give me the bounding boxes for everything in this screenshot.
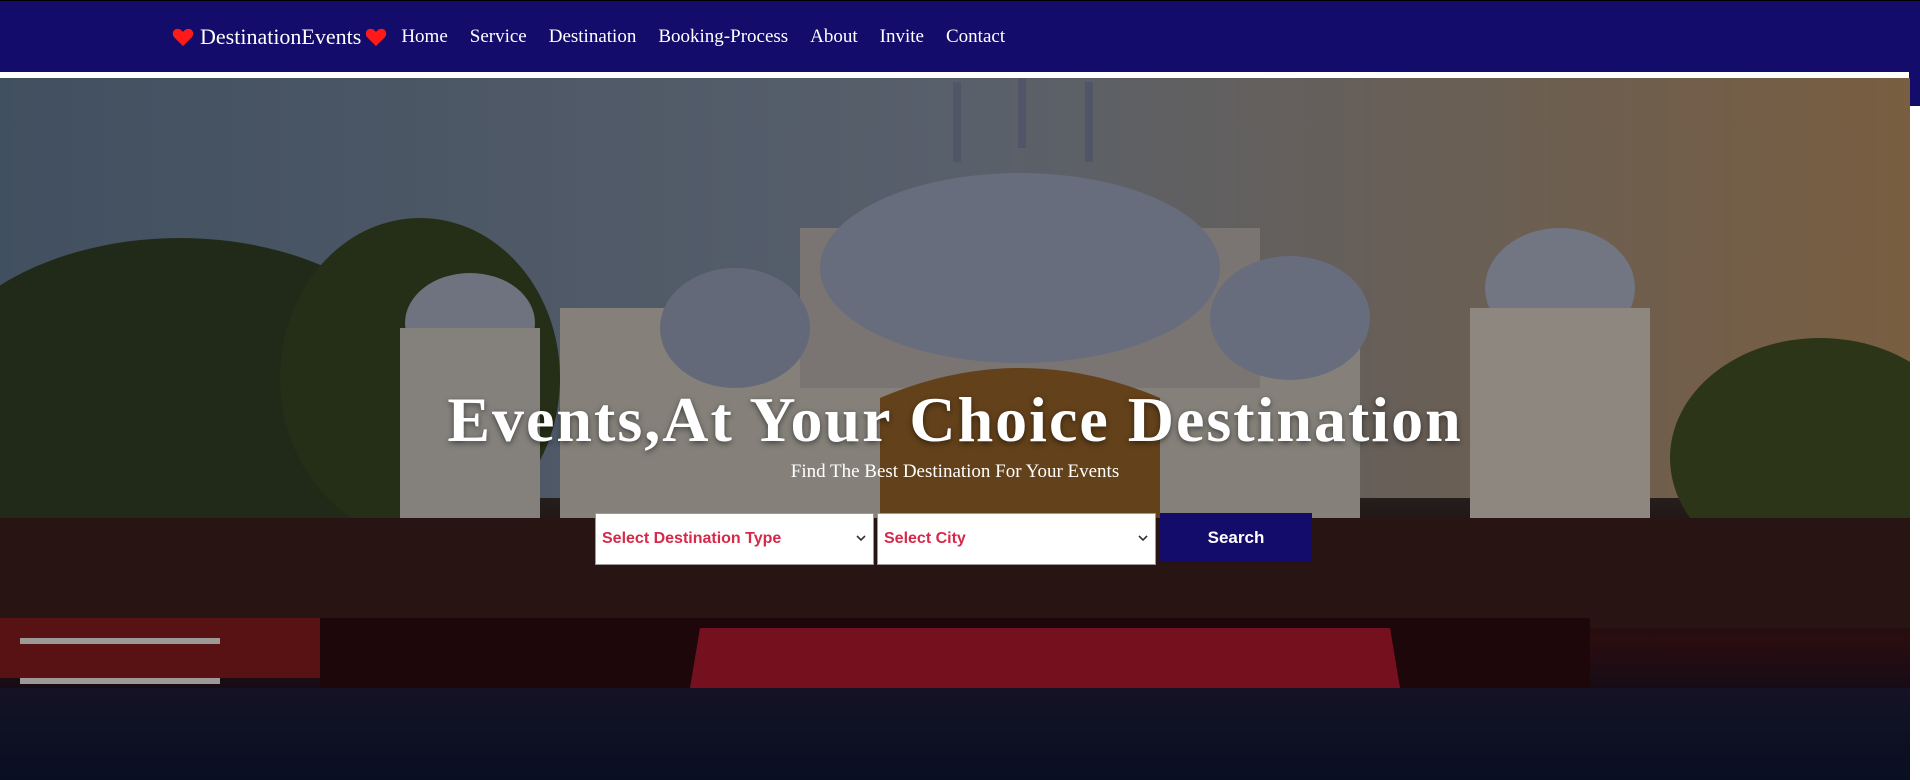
scrollbar-strip	[1909, 64, 1920, 106]
destination-type-value: Select Destination Type	[602, 530, 782, 547]
destination-type-select[interactable]: Select Destination Type	[595, 513, 874, 565]
main-nav: Home Service Destination Booking-Process…	[401, 26, 1027, 48]
brand-logo-link[interactable]: DestinationEvents	[172, 24, 387, 50]
chevron-down-icon	[856, 535, 866, 542]
nav-link-service[interactable]: Service	[470, 26, 527, 48]
hero-title: Events,At Your Choice Destination	[447, 384, 1463, 455]
hero-subtitle: Find The Best Destination For Your Event…	[790, 461, 1120, 482]
search-button[interactable]: Search	[1160, 513, 1312, 562]
chevron-down-icon	[1138, 535, 1148, 542]
nav-container: DestinationEvents Home Service Destinati…	[172, 23, 1027, 51]
search-form: Select Destination Type Select City Sear…	[595, 513, 1312, 565]
nav-link-destination[interactable]: Destination	[549, 26, 637, 48]
nav-link-home[interactable]: Home	[401, 26, 447, 48]
heart-icon	[366, 28, 387, 47]
brand-name: DestinationEvents	[200, 24, 362, 49]
city-value: Select City	[884, 530, 966, 547]
heart-icon	[172, 28, 194, 47]
nav-link-invite[interactable]: Invite	[880, 26, 924, 48]
nav-link-about[interactable]: About	[810, 26, 858, 48]
hero-banner: Events,At Your Choice Destination Find T…	[0, 78, 1910, 780]
top-navbar: DestinationEvents Home Service Destinati…	[0, 0, 1920, 72]
city-select[interactable]: Select City	[877, 513, 1156, 565]
nav-link-booking-process[interactable]: Booking-Process	[658, 26, 788, 48]
nav-link-contact[interactable]: Contact	[946, 26, 1005, 48]
